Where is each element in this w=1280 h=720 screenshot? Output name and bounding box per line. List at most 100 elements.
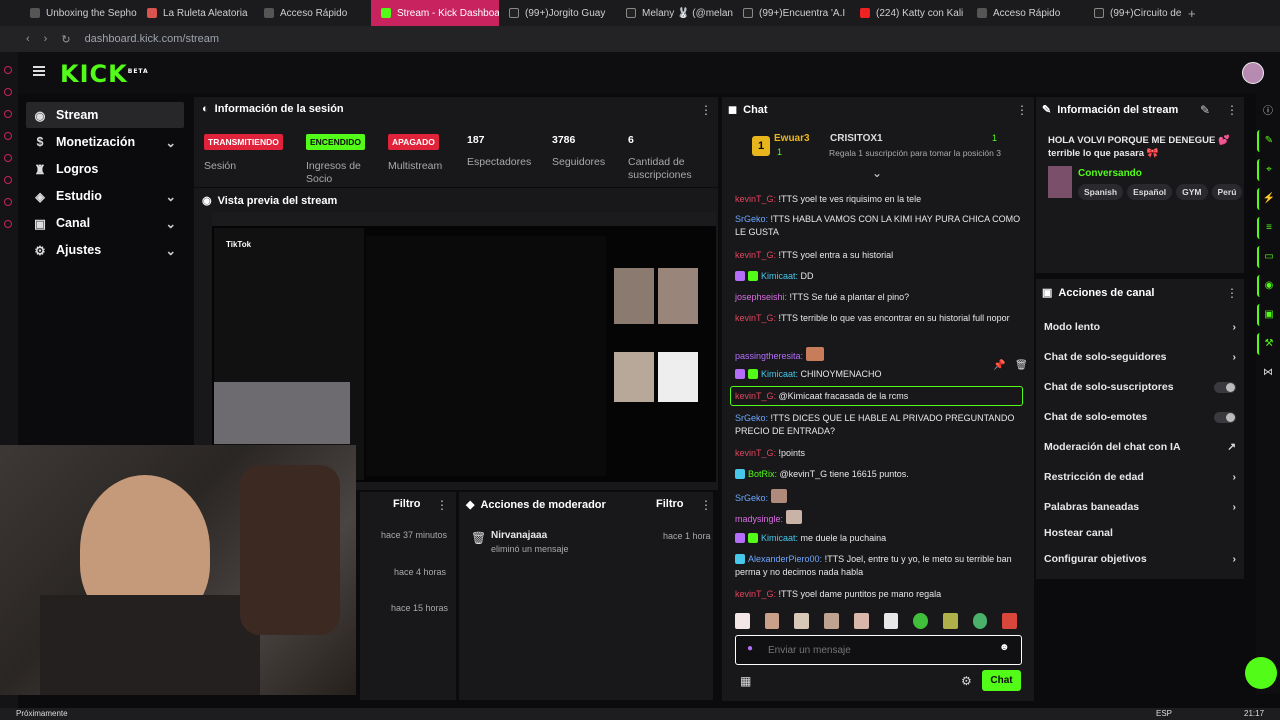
gifter-username[interactable]: Ewuar3 — [774, 133, 810, 144]
sidebar-item-canal[interactable]: ▣ Canal ⌄ — [26, 210, 184, 236]
pin-icon[interactable]: 📌 — [993, 360, 1005, 371]
chat-username[interactable]: Kimicaat: — [761, 369, 798, 379]
emote-icon[interactable] — [972, 613, 988, 629]
emote-icon[interactable] — [883, 613, 899, 629]
list-icon[interactable]: ≡ — [1257, 217, 1279, 239]
url-field[interactable]: dashboard.kick.com/stream — [85, 33, 220, 45]
more-options-icon[interactable]: ⋮ — [700, 498, 712, 512]
chat-username[interactable]: AlexanderPiero00: — [748, 554, 822, 564]
share-icon[interactable]: ⋈ — [1257, 362, 1279, 384]
sidebar-item-stream[interactable]: ◉ Stream — [26, 102, 184, 128]
forward-icon[interactable]: › — [44, 33, 48, 45]
browser-tab[interactable]: (99+)Jorgito Guay — [499, 0, 616, 26]
chat-username[interactable]: kevinT_G: — [735, 250, 776, 260]
setting-followers-only[interactable]: Chat de solo-seguidores › — [1044, 351, 1236, 363]
more-options-icon[interactable]: ⋮ — [1226, 103, 1238, 117]
category-name[interactable]: Conversando — [1078, 168, 1142, 179]
more-options-icon[interactable]: ⋮ — [1226, 286, 1238, 300]
filter-button[interactable]: Filtro — [393, 498, 421, 510]
chat-username[interactable]: Kimicaat: — [761, 533, 798, 543]
emote-icon[interactable] — [764, 613, 780, 629]
browser-tab[interactable]: Acceso Rápido — [254, 0, 371, 26]
browser-tab[interactable]: (224) Katty con Kali — [850, 0, 967, 26]
menu-icon[interactable] — [33, 66, 45, 76]
browser-tab[interactable]: Unboxing the Sepho — [20, 0, 137, 26]
chat-icon[interactable]: ▭ — [1257, 246, 1279, 268]
camera-icon[interactable]: ▣ — [1257, 304, 1279, 326]
setting-slow-mode[interactable]: Modo lento › — [1044, 321, 1236, 333]
delete-icon[interactable]: 🗑 — [1015, 360, 1028, 371]
subscribers-only-toggle[interactable] — [1214, 381, 1236, 393]
chat-username[interactable]: SrGeko: — [735, 214, 768, 224]
mod-username[interactable]: Nirvanajaaa — [491, 530, 547, 541]
browser-tab[interactable]: (99+)Encuentra 'A.I — [733, 0, 850, 26]
emote-icon[interactable] — [1002, 613, 1018, 629]
sidebar-item-logros[interactable]: ♜ Logros — [26, 156, 184, 182]
emoji-icon[interactable]: ☻ — [999, 642, 1010, 653]
preview-thumb — [658, 352, 698, 402]
preview-video-area — [366, 236, 606, 476]
gift-promo-text: Regala 1 suscripción para tomar la posic… — [829, 148, 1001, 158]
setting-age-restriction[interactable]: Restricción de edad › — [1044, 471, 1236, 483]
chat-username[interactable]: kevinT_G: — [735, 194, 776, 204]
target-icon[interactable]: ⌖ — [1257, 159, 1279, 181]
setting-goals[interactable]: Configurar objetivos › — [1044, 553, 1236, 565]
setting-ai-moderation[interactable]: Moderación del chat con IA ↗ — [1044, 441, 1236, 453]
chat-username[interactable]: josephseishi: — [735, 292, 787, 302]
setting-host-channel[interactable]: Hostear canal — [1044, 527, 1236, 539]
info-icon[interactable]: ⓘ — [1257, 101, 1279, 123]
store-icon[interactable]: ▦ — [740, 674, 751, 688]
emote-icon[interactable] — [942, 613, 958, 629]
setting-banned-words[interactable]: Palabras baneadas › — [1044, 501, 1236, 513]
browser-tab[interactable]: La Ruleta Aleatoria — [137, 0, 254, 26]
emote-icon[interactable] — [853, 613, 869, 629]
emote-icon[interactable] — [913, 613, 928, 629]
browser-tab[interactable]: Acceso Rápido — [967, 0, 1084, 26]
stream-preview-video[interactable]: TikTok — [212, 212, 716, 482]
setting-subscribers-only[interactable]: Chat de solo-suscriptores — [1044, 381, 1236, 393]
chat-username[interactable]: kevinT_G: — [735, 313, 776, 323]
browser-tab[interactable]: Melany 🐰 (@melan — [616, 0, 733, 26]
emotes-only-toggle[interactable] — [1214, 411, 1236, 423]
settings-icon[interactable]: ⚙ — [961, 674, 972, 688]
sidebar-item-estudio[interactable]: ◈ Estudio ⌄ — [26, 183, 184, 209]
reload-icon[interactable]: ↻ — [61, 33, 70, 46]
emote-icon[interactable] — [794, 613, 810, 629]
chat-username[interactable]: passingtheresita: — [735, 351, 803, 361]
chat-username[interactable]: SrGeko: — [735, 413, 768, 423]
sidebar-item-monetizacion[interactable]: $ Monetización ⌄ — [26, 129, 184, 155]
collapse-icon[interactable]: ⌄ — [872, 166, 882, 180]
chat-username[interactable]: Kimicaat: — [761, 271, 798, 281]
kick-logo[interactable]: KICKBETA — [60, 60, 149, 88]
chat-username[interactable]: BotRix: — [748, 469, 777, 479]
browser-tab[interactable]: (99+)Circuito de Ho — [1084, 0, 1184, 26]
more-options-icon[interactable]: ⋮ — [1016, 103, 1028, 117]
emote-icon[interactable] — [824, 613, 839, 629]
support-chat-button[interactable] — [1245, 657, 1277, 689]
emote-icon[interactable] — [735, 613, 750, 629]
chat-username[interactable]: kevinT_G: — [735, 391, 776, 401]
more-options-icon[interactable]: ⋮ — [436, 498, 448, 512]
wrench-icon[interactable]: ⚒ — [1257, 333, 1279, 355]
chat-input[interactable] — [768, 641, 988, 659]
new-tab-icon[interactable]: + — [1188, 6, 1196, 21]
chat-username[interactable]: kevinT_G: — [735, 589, 776, 599]
edit-icon[interactable]: ✎ — [1200, 103, 1210, 117]
more-options-icon[interactable]: ⋮ — [700, 103, 712, 117]
setting-emotes-only[interactable]: Chat de solo-emotes — [1044, 411, 1236, 423]
user-avatar[interactable] — [1242, 62, 1264, 84]
edit-icon[interactable]: ✎ — [1257, 130, 1279, 152]
filter-button[interactable]: Filtro — [656, 498, 684, 510]
chat-username[interactable]: kevinT_G: — [735, 448, 776, 458]
chat-username[interactable]: SrGeko: — [735, 493, 768, 503]
verified-icon — [748, 369, 758, 379]
sidebar-item-ajustes[interactable]: ⚙ Ajustes ⌄ — [26, 237, 184, 263]
send-chat-button[interactable]: Chat — [982, 670, 1021, 691]
broadcast-icon[interactable]: ◉ — [1257, 275, 1279, 297]
channel-actions-header: ▣ Acciones de canal — [1042, 286, 1155, 300]
browser-tab-active[interactable]: Stream - Kick Dashboard — [371, 0, 499, 26]
chat-username[interactable]: madysingle: — [735, 514, 783, 524]
back-icon[interactable]: ‹ — [26, 33, 30, 45]
gifter-username[interactable]: CRISITOX1 — [830, 133, 883, 144]
bolt-icon[interactable]: ⚡ — [1257, 188, 1279, 210]
